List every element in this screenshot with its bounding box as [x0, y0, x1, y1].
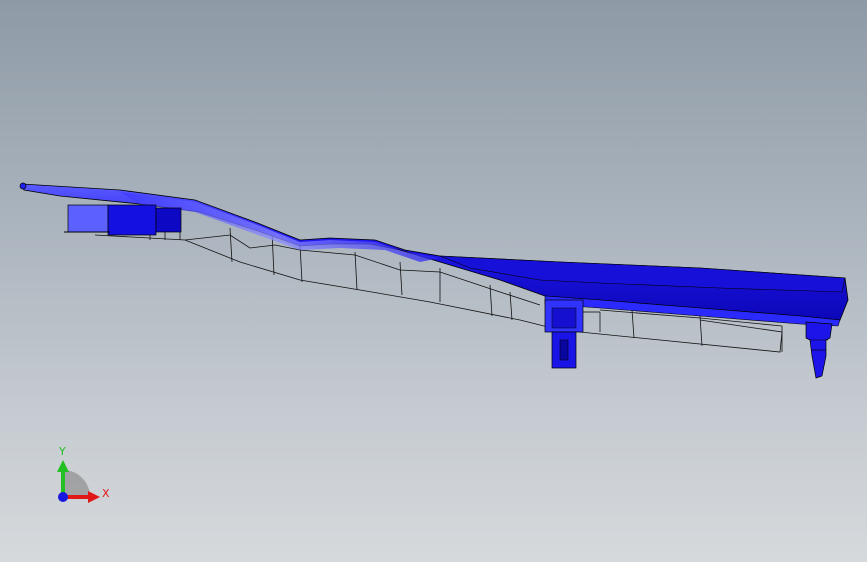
triad-x-label: X [102, 487, 110, 500]
left-mount-block[interactable] [67, 204, 109, 233]
center-post-slot [559, 339, 569, 361]
x-axis-arrow-icon [88, 491, 100, 503]
left-mount-block-end [155, 207, 182, 233]
triad-plane-arc [63, 470, 90, 497]
center-boss-inner [551, 307, 577, 329]
z-axis-dot-icon [58, 492, 68, 502]
y-axis-arrow-icon [57, 460, 69, 472]
triad-y-label: Y [58, 445, 66, 458]
left-tip [19, 182, 27, 190]
model-view[interactable]: Y X [0, 0, 867, 562]
graphics-viewport[interactable]: Y X [0, 0, 867, 562]
left-mount-block-side [107, 204, 157, 236]
reference-triad[interactable]: Y X [57, 445, 110, 503]
